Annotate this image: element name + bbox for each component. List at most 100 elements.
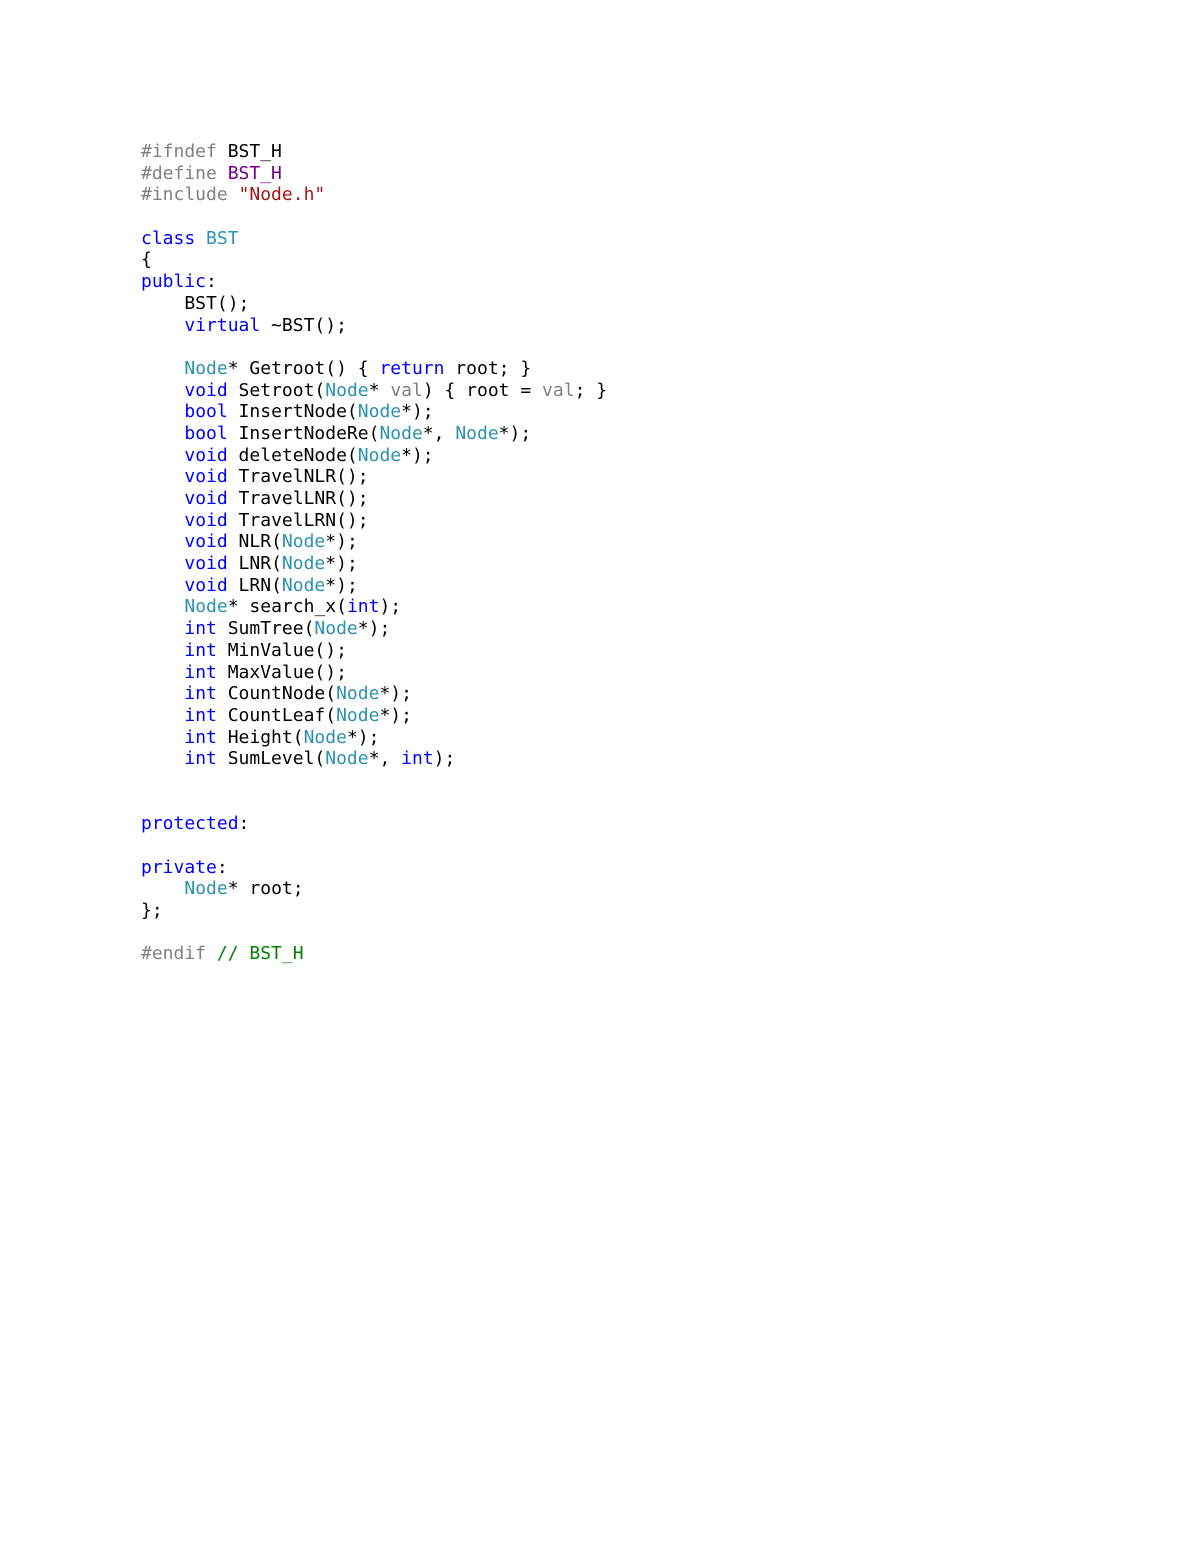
code-token: virtual	[184, 314, 261, 336]
code-line: #include "Node.h"	[141, 184, 607, 206]
code-token: *);	[325, 574, 358, 596]
code-line: void Setroot(Node* val) { root = val; }	[141, 380, 607, 402]
code-token: Height(	[216, 726, 304, 748]
code-token: Setroot(	[227, 379, 326, 401]
code-token: bool	[184, 422, 228, 444]
code-token: *	[368, 379, 391, 401]
code-token: SumTree(	[216, 618, 315, 640]
code-token: SumLevel(	[216, 748, 326, 770]
code-token: {	[141, 249, 152, 271]
code-block: #ifndef BST_H #define BST_H #include "Node…	[141, 141, 607, 965]
code-line: ​	[141, 922, 607, 944]
code-token: MinValue();	[216, 639, 347, 661]
code-token: *);	[379, 704, 412, 726]
code-token: void	[184, 444, 228, 466]
code-line: int CountNode(Node*);	[141, 683, 607, 705]
code-token: int	[184, 618, 217, 640]
code-token: void	[184, 531, 228, 553]
code-line: BST();	[141, 293, 607, 315]
code-token: Node	[325, 379, 369, 401]
code-token: Node	[281, 531, 326, 553]
code-token: deleteNode(	[227, 444, 358, 466]
code-token: *);	[325, 553, 358, 575]
code-token: *,	[422, 422, 456, 444]
code-token: LRN(	[227, 574, 282, 596]
code-token: Node	[336, 683, 380, 705]
code-token: val	[390, 379, 423, 401]
code-token: int	[346, 596, 380, 618]
code-line: int MaxValue();	[141, 662, 607, 684]
code-line: void LNR(Node*);	[141, 553, 607, 575]
code-token: TravelNLR();	[227, 466, 369, 488]
code-token: Node	[281, 553, 326, 575]
code-token: InsertNodeRe(	[227, 422, 380, 444]
code-token: * Getroot() {	[227, 357, 380, 379]
code-token: Node	[357, 444, 402, 466]
code-token: ~BST();	[260, 314, 347, 336]
code-line: void deleteNode(Node*);	[141, 445, 607, 467]
code-token: int	[184, 639, 217, 661]
code-line: void NLR(Node*);	[141, 531, 607, 553]
code-token: // BST_H	[216, 943, 304, 965]
code-token: Node	[184, 878, 228, 900]
code-token: *);	[325, 531, 358, 553]
code-line: ​	[141, 770, 607, 792]
code-token: private	[141, 856, 217, 878]
code-token: BST_H	[216, 141, 282, 162]
code-token: };	[141, 900, 163, 922]
code-token: BST();	[141, 292, 250, 314]
code-token: protected	[141, 813, 239, 835]
code-line: void TravelNLR();	[141, 466, 607, 488]
code-token: void	[184, 466, 228, 488]
code-token: *);	[401, 444, 434, 466]
code-token: * search_x(	[227, 596, 347, 618]
code-token: Node	[379, 422, 423, 444]
code-line: int SumLevel(Node*, int);	[141, 748, 607, 770]
code-line: int Height(Node*);	[141, 727, 607, 749]
code-token: void	[184, 509, 228, 531]
code-line: Node* root;	[141, 878, 607, 900]
code-token: #ifndef	[141, 141, 217, 162]
code-token: "Node.h"	[238, 184, 326, 206]
code-token: );	[433, 748, 456, 770]
code-token: Node	[455, 422, 499, 444]
code-token: return	[379, 357, 445, 379]
code-token: BST	[206, 227, 239, 249]
code-token: * root;	[227, 878, 304, 900]
code-token: int	[184, 748, 217, 770]
code-line: #define BST_H	[141, 163, 607, 185]
code-token: int	[184, 726, 217, 748]
code-token: void	[184, 574, 228, 596]
code-token: Node	[184, 357, 228, 379]
code-token: int	[184, 661, 217, 683]
code-token: *);	[357, 618, 391, 640]
code-line: #ifndef BST_H	[141, 141, 607, 163]
code-line: virtual ~BST();	[141, 315, 607, 337]
code-token: TravelLNR();	[227, 488, 369, 509]
code-line: bool InsertNode(Node*);	[141, 401, 607, 423]
code-token: void	[184, 379, 228, 401]
code-token: *);	[346, 726, 380, 748]
code-token: Node	[281, 574, 326, 596]
code-token: *);	[498, 422, 532, 444]
code-token: Node	[184, 596, 228, 618]
code-line: Node* search_x(int);	[141, 596, 607, 618]
code-token: #endif	[141, 943, 207, 965]
code-line: private:	[141, 857, 607, 879]
code-token: bool	[184, 401, 228, 423]
code-token: class	[141, 227, 196, 249]
